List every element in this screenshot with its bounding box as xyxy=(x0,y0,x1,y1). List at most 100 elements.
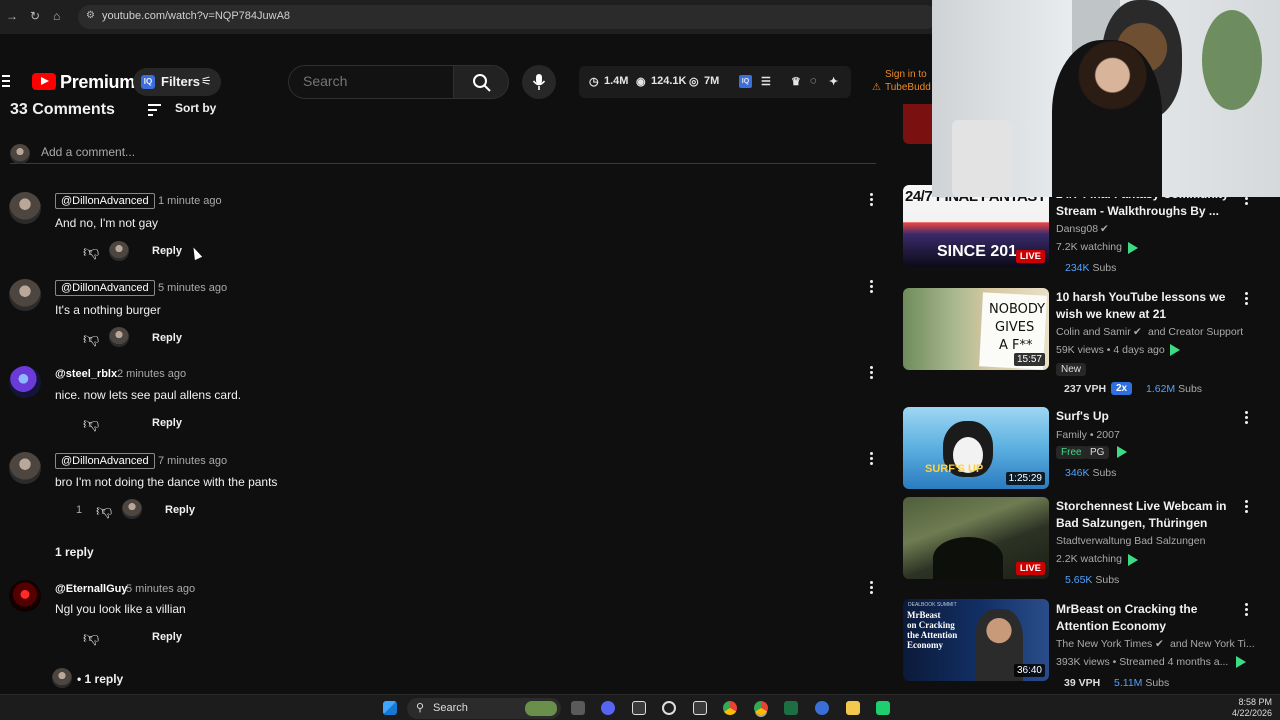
task-view-icon[interactable] xyxy=(571,701,585,715)
list-icon[interactable]: ☰ xyxy=(761,75,771,88)
tubebuddy-sign-in-link[interactable]: Sign in to TubeBudd ⚠ xyxy=(872,68,931,94)
sort-icon[interactable] xyxy=(148,104,161,116)
channel-name[interactable]: Dansg08 xyxy=(1056,223,1098,235)
search-box[interactable] xyxy=(288,65,454,99)
chrome-icon[interactable] xyxy=(723,701,737,715)
play-icon[interactable] xyxy=(1128,554,1138,566)
comment-author[interactable]: @DillonAdvanced xyxy=(55,193,155,209)
play-icon[interactable] xyxy=(1236,656,1246,668)
related-video-title-line2[interactable]: Stream - Walkthroughs By ... xyxy=(1056,203,1232,220)
view-count: 59K views • 4 days ago xyxy=(1056,344,1165,356)
dislike-icon[interactable]: 👎︎ xyxy=(83,330,99,348)
dislike-icon[interactable]: 👎︎ xyxy=(83,243,99,261)
windows-start-icon[interactable] xyxy=(383,701,397,715)
search-button[interactable] xyxy=(453,65,509,99)
play-icon[interactable] xyxy=(1117,446,1127,458)
commenter-avatar[interactable] xyxy=(9,452,41,484)
sort-by-button[interactable]: Sort by xyxy=(175,101,216,115)
play-icon[interactable] xyxy=(1128,242,1138,254)
youtube-logo-icon[interactable] xyxy=(32,73,56,90)
dislike-icon[interactable]: 👎︎ xyxy=(83,629,99,647)
more-actions-icon[interactable] xyxy=(868,366,874,382)
url-text: youtube.com/watch?v=NQP784JuwA8 xyxy=(102,10,291,22)
home-icon[interactable]: ⌂ xyxy=(53,9,60,23)
comment-time[interactable]: 5 minutes ago xyxy=(158,282,227,294)
more-actions-icon[interactable] xyxy=(1243,500,1249,516)
reply-button[interactable]: Reply xyxy=(165,504,195,516)
address-bar[interactable]: ⚙ youtube.com/watch?v=NQP784JuwA8 xyxy=(78,5,938,29)
dislike-icon[interactable]: 👎︎ xyxy=(83,415,99,433)
commenter-avatar[interactable] xyxy=(9,366,41,398)
related-video-title-line2[interactable]: wish we knew at 21 xyxy=(1056,306,1232,323)
related-video-title-line2[interactable]: Attention Economy xyxy=(1056,618,1232,635)
search-input[interactable] xyxy=(303,73,443,89)
filters-button[interactable]: IQ Filters ⚟ xyxy=(133,68,221,96)
related-video-thumbnail[interactable]: LIVE xyxy=(903,497,1049,579)
related-video-thumbnail[interactable]: DEALBOOK SUMMIT MrBeast on Cracking the … xyxy=(903,599,1049,681)
sparkle-icon[interactable]: ✦ xyxy=(829,75,838,88)
more-actions-icon[interactable] xyxy=(1243,411,1249,427)
add-comment-field[interactable]: Add a comment... xyxy=(10,144,876,164)
related-video-thumbnail[interactable] xyxy=(903,104,932,144)
tubebuddy-icon[interactable]: IQ xyxy=(739,75,752,88)
more-actions-icon[interactable] xyxy=(868,581,874,597)
reply-button[interactable]: Reply xyxy=(152,245,182,257)
play-icon[interactable] xyxy=(1170,344,1180,356)
reply-button[interactable]: Reply xyxy=(152,631,182,643)
app-icon[interactable] xyxy=(876,701,890,715)
comment-time[interactable]: 2 minutes ago xyxy=(117,368,186,380)
chat-icon[interactable]: ◌ xyxy=(810,75,817,87)
comment-author[interactable]: @EternallGuy xyxy=(55,583,127,595)
site-info-icon[interactable]: ⚙ xyxy=(86,10,95,21)
view-replies-link[interactable]: 1 reply xyxy=(55,545,94,559)
reply-button[interactable]: Reply xyxy=(152,332,182,344)
comment-author[interactable]: @DillonAdvanced xyxy=(55,280,155,296)
chrome-active-icon[interactable] xyxy=(754,701,768,715)
capcut-icon-2[interactable] xyxy=(693,701,707,715)
taskbar-search[interactable]: ⚲ Search xyxy=(407,698,561,719)
more-actions-icon[interactable] xyxy=(1243,603,1249,619)
comment-time[interactable]: 1 minute ago xyxy=(158,195,222,207)
commenter-avatar[interactable] xyxy=(9,192,41,224)
channel-name[interactable]: Colin and Samir xyxy=(1056,326,1131,338)
comment-author[interactable]: @DillonAdvanced xyxy=(55,453,155,469)
more-actions-icon[interactable] xyxy=(868,280,874,296)
channel-name[interactable]: Stadtverwaltung Bad Salzungen xyxy=(1056,535,1205,547)
system-clock[interactable]: 8:58 PM 4/22/2026 xyxy=(1232,697,1272,719)
commenter-avatar[interactable] xyxy=(9,279,41,311)
comment-time[interactable]: 7 minutes ago xyxy=(158,455,227,467)
channel-name[interactable]: The New York Times xyxy=(1056,638,1152,650)
more-actions-icon[interactable] xyxy=(868,452,874,468)
view-replies-link[interactable]: • 1 reply xyxy=(77,672,123,686)
excel-icon[interactable] xyxy=(784,701,798,715)
reply-button[interactable]: Reply xyxy=(152,417,182,429)
file-explorer-icon[interactable] xyxy=(846,701,860,715)
thumbnail-text: on Cracking xyxy=(907,620,955,630)
related-video-thumbnail[interactable]: 24/7 FINAL FANTASY SINCE 201 LIVE xyxy=(903,185,1049,267)
premium-brand[interactable]: Premium xyxy=(60,72,135,93)
related-video-title[interactable]: Storchennest Live Webcam in xyxy=(1056,498,1232,515)
capcut-icon[interactable] xyxy=(632,701,646,715)
dislike-icon[interactable]: 👎︎ xyxy=(96,502,112,520)
back-icon[interactable]: → xyxy=(6,9,18,23)
channel-extra[interactable]: and Creator Support xyxy=(1148,326,1243,338)
comment-time[interactable]: 5 minutes ago xyxy=(126,583,195,595)
related-video-thumbnail[interactable]: SURF'S UP 1:25:29 xyxy=(903,407,1049,489)
more-actions-icon[interactable] xyxy=(868,193,874,209)
browser-icon[interactable] xyxy=(815,701,829,715)
trophy-icon[interactable]: ♛ xyxy=(791,75,801,88)
comment-author[interactable]: @steel_rblx xyxy=(55,368,117,380)
channel-extra[interactable]: and New York Ti... xyxy=(1170,638,1255,650)
menu-icon[interactable] xyxy=(2,75,10,87)
chatgpt-icon[interactable] xyxy=(662,701,676,715)
voice-search-button[interactable] xyxy=(522,65,556,99)
related-video-title-line2[interactable]: Bad Salzungen, Thüringen xyxy=(1056,515,1232,532)
related-video-thumbnail[interactable]: NOBODY GIVES A F** 15:57 xyxy=(903,288,1049,370)
related-video-title[interactable]: 10 harsh YouTube lessons we xyxy=(1056,289,1232,306)
discord-icon[interactable] xyxy=(601,701,615,715)
reload-icon[interactable]: ↻ xyxy=(30,9,40,23)
related-video-title[interactable]: Surf's Up xyxy=(1056,408,1232,425)
related-video-title[interactable]: MrBeast on Cracking the xyxy=(1056,601,1232,618)
commenter-avatar[interactable] xyxy=(9,580,41,612)
more-actions-icon[interactable] xyxy=(1243,292,1249,308)
